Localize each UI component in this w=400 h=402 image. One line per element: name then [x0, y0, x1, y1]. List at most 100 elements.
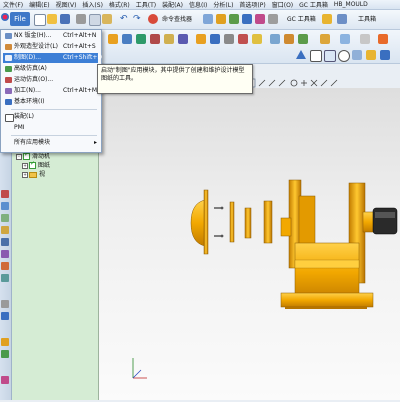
menu-hb-mould[interactable]: HB_MOULD: [331, 1, 371, 8]
menu-item-all-applications[interactable]: 所有应用模块 ▸: [3, 138, 98, 148]
display-icon[interactable]: [255, 14, 265, 24]
hd3d-icon[interactable]: [1, 190, 9, 198]
mirror-icon[interactable]: [210, 34, 220, 44]
paste-icon[interactable]: [102, 14, 112, 24]
palette-icon[interactable]: [1, 300, 9, 308]
start-icon[interactable]: [1, 13, 9, 21]
menu-item-advanced-simulation[interactable]: 高级仿真(A): [3, 64, 98, 74]
print-icon[interactable]: [1, 338, 9, 346]
command-finder-label[interactable]: 命令查找器: [162, 14, 192, 23]
menu-edit[interactable]: 编辑(E): [26, 0, 52, 9]
extrude-icon[interactable]: [108, 34, 118, 44]
menu-window[interactable]: 窗口(O): [269, 0, 296, 9]
undo-icon[interactable]: ↶: [120, 14, 130, 24]
menu-item-shape-studio[interactable]: 外观造型设计(L) Ctrl+Alt+S: [3, 42, 98, 52]
process-studio-icon[interactable]: [1, 238, 9, 246]
menu-item-motion-simulation[interactable]: 运动仿真(O)...: [3, 75, 98, 85]
expand-icon[interactable]: -: [16, 153, 22, 160]
expand-icon[interactable]: +: [22, 162, 28, 169]
menu-file[interactable]: 文件(F): [0, 0, 26, 9]
draft-icon[interactable]: [238, 34, 248, 44]
menu-insert[interactable]: 插入(S): [79, 0, 106, 9]
command-finder-icon[interactable]: [148, 14, 158, 24]
chamfer-icon[interactable]: [178, 34, 188, 44]
face-icon[interactable]: [324, 50, 336, 62]
extra-icon[interactable]: [1, 376, 9, 384]
washer[interactable]: [229, 201, 235, 243]
tool-icon[interactable]: [216, 14, 226, 24]
menu-item-pmi[interactable]: PMI: [3, 123, 98, 133]
gc-toolbox-label[interactable]: GC 工具箱: [287, 14, 316, 23]
shell-icon[interactable]: [224, 34, 234, 44]
save-icon[interactable]: [60, 14, 70, 24]
system-material-icon[interactable]: [1, 226, 9, 234]
shade-icon[interactable]: [366, 50, 376, 60]
view-icon[interactable]: [203, 14, 213, 24]
sweep-icon[interactable]: [298, 34, 308, 44]
menu-analysis[interactable]: 分析(L): [210, 0, 236, 9]
manufacturing-wizard-icon[interactable]: [1, 250, 9, 258]
menu-info[interactable]: 信息(I): [186, 0, 210, 9]
history-icon[interactable]: [1, 214, 9, 222]
blend-icon[interactable]: [164, 34, 174, 44]
checkbox-icon[interactable]: [23, 151, 30, 160]
redo-icon[interactable]: ↷: [133, 14, 143, 24]
shaft[interactable]: [362, 207, 398, 235]
circle-icon[interactable]: [338, 50, 350, 62]
tree-row-view[interactable]: + 视: [22, 171, 45, 179]
end-cap[interactable]: [190, 189, 209, 255]
cut-icon[interactable]: [76, 14, 86, 24]
render-icon[interactable]: [378, 34, 388, 44]
menu-item-drafting[interactable]: 制图(D)... Ctrl+Shift+D: [3, 53, 102, 63]
menu-tools[interactable]: 工具(T): [133, 0, 159, 9]
datum-icon[interactable]: [270, 34, 280, 44]
checkbox-icon[interactable]: [29, 160, 36, 169]
snap-icons: [246, 78, 338, 88]
measure-icon[interactable]: [340, 34, 350, 44]
menu-item-manufacturing[interactable]: 加工(N)... Ctrl+Alt+M: [3, 86, 98, 96]
copy-icon[interactable]: [89, 14, 101, 26]
toolbox-label[interactable]: 工具箱: [358, 14, 376, 23]
bolt[interactable]: [214, 206, 224, 238]
mould-icon[interactable]: [322, 14, 332, 24]
menu-item-assemblies[interactable]: 装配(L): [3, 112, 98, 122]
revolve-icon[interactable]: [122, 34, 132, 44]
menu-view[interactable]: 视图(V): [53, 0, 80, 9]
new-file-icon[interactable]: [34, 14, 46, 26]
hole-icon[interactable]: [136, 34, 146, 44]
rectangle-icon[interactable]: [310, 50, 322, 62]
offset-icon[interactable]: [252, 34, 262, 44]
analysis-icon[interactable]: [242, 14, 252, 24]
trim-icon[interactable]: [284, 34, 294, 44]
system-scenes-icon[interactable]: [1, 274, 9, 282]
triangle-icon[interactable]: [296, 50, 306, 59]
export-icon[interactable]: [1, 350, 9, 358]
web-browser-icon[interactable]: [1, 202, 9, 210]
assembly-icon[interactable]: [229, 14, 239, 24]
menu-item-gateway[interactable]: 基本环境(I): [3, 97, 98, 107]
boolean-icon[interactable]: [150, 34, 160, 44]
pattern-icon[interactable]: [196, 34, 206, 44]
tools-icon[interactable]: [1, 312, 9, 320]
file-button[interactable]: File: [10, 12, 30, 26]
bracket[interactable]: [280, 179, 374, 309]
menu-assembly[interactable]: 装配(A): [159, 0, 186, 9]
settings-icon[interactable]: [268, 14, 278, 24]
menu-gc-toolbox[interactable]: GC 工具箱: [296, 0, 331, 9]
tree-row-label: 视: [39, 171, 46, 178]
menu-item-sheet-metal[interactable]: NX 钣金(H)... Ctrl+Alt+N: [3, 31, 98, 41]
bushing[interactable]: [263, 200, 273, 244]
bearing-ring[interactable]: [244, 207, 252, 239]
menu-format[interactable]: 格式(R): [106, 0, 133, 9]
expand-icon[interactable]: +: [22, 171, 28, 178]
wireframe-icon[interactable]: [380, 50, 390, 60]
tree-row-drawing[interactable]: + 图纸: [22, 160, 50, 170]
graphics-window[interactable]: [99, 88, 400, 400]
hb-icon[interactable]: [337, 14, 347, 24]
roles-icon[interactable]: [1, 262, 9, 270]
view-orient-icon[interactable]: [352, 50, 362, 60]
menu-preferences[interactable]: 首选项(P): [236, 0, 268, 9]
open-folder-icon[interactable]: [47, 14, 57, 24]
layer-icon[interactable]: [360, 34, 370, 44]
sketch-icon[interactable]: [320, 34, 330, 44]
